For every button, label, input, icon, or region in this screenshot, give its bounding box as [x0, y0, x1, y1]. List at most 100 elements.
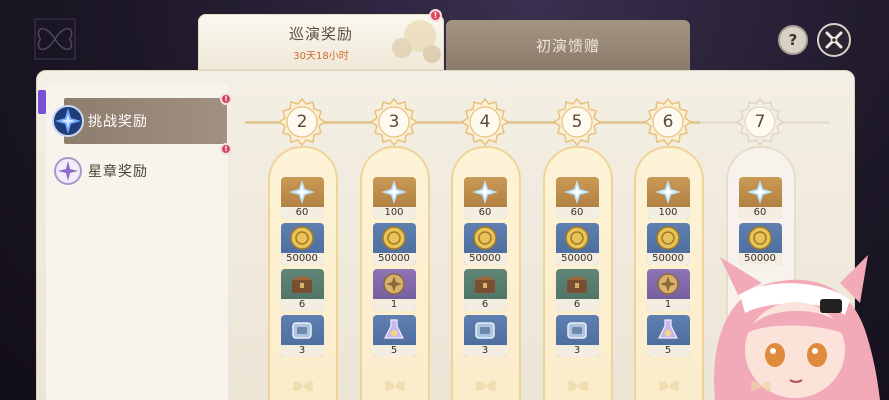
ore-reward[interactable]: 3	[555, 315, 599, 357]
close-button[interactable]	[817, 23, 851, 57]
day-badge: 3	[370, 98, 418, 146]
help-button[interactable]: ?	[778, 25, 808, 55]
chest-reward[interactable]: 6	[463, 269, 507, 311]
enhancement-ore-icon	[472, 315, 498, 346]
chest-icon	[564, 269, 590, 300]
reward-list: 100 50000 1 5	[646, 177, 690, 361]
day-badge: 5	[553, 98, 601, 146]
chest-icon	[289, 269, 315, 300]
day-number: 3	[388, 112, 400, 132]
butterfly-ornament-icon	[473, 378, 499, 398]
mora-reward[interactable]: 50000	[555, 223, 599, 265]
reward-quantity: 50000	[646, 253, 690, 265]
day-column[interactable]: 5 60 50000 6 3	[537, 96, 617, 400]
sidebar-item-star-badge-rewards[interactable]: 星章奖励 !	[50, 143, 232, 194]
mora-coin-icon	[381, 223, 407, 254]
chest-icon	[472, 269, 498, 300]
butterfly-ornament-icon	[748, 378, 774, 398]
reward-quantity: 50000	[463, 253, 507, 265]
reward-quantity: 3	[555, 345, 599, 357]
mora-coin-icon	[472, 223, 498, 254]
mora-coin-icon	[289, 223, 315, 254]
butterfly-ornament-icon	[34, 18, 76, 60]
reward-quantity: 60	[555, 207, 599, 219]
notification-badge: !	[220, 93, 232, 105]
primogem-reward[interactable]: 60	[555, 177, 599, 219]
hero-wit-icon	[381, 269, 407, 300]
primogem-icon	[381, 177, 407, 208]
day-column[interactable]: 2 60 50000 6 3	[262, 96, 342, 400]
mora-reward[interactable]: 50000	[738, 223, 782, 265]
star-crystal-icon	[52, 105, 84, 137]
flower-decoration-icon	[392, 20, 441, 63]
sidebar-item-challenge-rewards[interactable]: 挑战奖励 !	[50, 93, 232, 144]
primogem-icon	[564, 177, 590, 208]
sidebar-accent	[38, 90, 46, 114]
day-badge: 7	[736, 98, 784, 146]
mora-reward[interactable]: 50000	[280, 223, 324, 265]
reward-quantity: 50000	[738, 253, 782, 265]
day-badge: 2	[278, 98, 326, 146]
reward-quantity: 50000	[555, 253, 599, 265]
streamer-avatar	[714, 255, 880, 400]
enhancement-ore-icon	[564, 315, 590, 346]
exp-book-reward[interactable]: 1	[646, 269, 690, 311]
reward-quantity: 100	[372, 207, 416, 219]
reward-quantity: 100	[646, 207, 690, 219]
exp-book-reward[interactable]: 1	[372, 269, 416, 311]
primogem-reward[interactable]: 60	[463, 177, 507, 219]
close-icon	[825, 31, 843, 49]
chest-reward[interactable]: 6	[555, 269, 599, 311]
reward-quantity: 3	[463, 345, 507, 357]
butterfly-ornament-icon	[290, 378, 316, 398]
primogem-reward[interactable]: 60	[280, 177, 324, 219]
ore-reward[interactable]: 3	[280, 315, 324, 357]
reward-quantity: 1	[646, 299, 690, 311]
mora-reward[interactable]: 50000	[646, 223, 690, 265]
help-label: ?	[788, 31, 798, 49]
day-column[interactable]: 4 60 50000 6 3	[445, 96, 525, 400]
ore-reward[interactable]: 3	[463, 315, 507, 357]
primogem-icon	[655, 177, 681, 208]
butterfly-ornament-icon	[565, 378, 591, 398]
reward-quantity: 6	[463, 299, 507, 311]
notification-badge: !	[220, 143, 232, 155]
primogem-icon	[289, 177, 315, 208]
primogem-icon	[472, 177, 498, 208]
reward-list: 60 50000	[738, 177, 782, 269]
crystal-flask-icon	[655, 315, 681, 346]
day-column[interactable]: 3 100 50000 1 5	[354, 96, 434, 400]
crystal-flask-icon	[381, 315, 407, 346]
day-number: 6	[662, 112, 674, 132]
star-badge-icon	[54, 157, 82, 185]
sidebar-item-label: 挑战奖励	[88, 114, 148, 130]
reward-list: 60 50000 6 3	[555, 177, 599, 361]
day-number: 2	[296, 112, 308, 132]
day-column[interactable]: 6 100 50000 1 5	[628, 96, 708, 400]
mora-coin-icon	[655, 223, 681, 254]
tab-debut-gift[interactable]: 初演馈赠	[446, 20, 690, 70]
mora-reward[interactable]: 50000	[372, 223, 416, 265]
tab-label: 巡演奖励	[288, 24, 353, 43]
reward-quantity: 6	[280, 299, 324, 311]
primogem-reward[interactable]: 100	[372, 177, 416, 219]
reward-quantity: 60	[738, 207, 782, 219]
day-number: 4	[479, 112, 491, 132]
mora-reward[interactable]: 50000	[463, 223, 507, 265]
primogem-reward[interactable]: 60	[738, 177, 782, 219]
reward-quantity: 1	[372, 299, 416, 311]
day-badge: 4	[461, 98, 509, 146]
flask-reward[interactable]: 5	[646, 315, 690, 357]
mora-coin-icon	[564, 223, 590, 254]
day-badge: 6	[644, 98, 692, 146]
chest-reward[interactable]: 6	[280, 269, 324, 311]
flask-reward[interactable]: 5	[372, 315, 416, 357]
reward-quantity: 50000	[372, 253, 416, 265]
day-number: 7	[754, 112, 766, 132]
reward-quantity: 6	[555, 299, 599, 311]
primogem-reward[interactable]: 100	[646, 177, 690, 219]
reward-quantity: 60	[463, 207, 507, 219]
reward-quantity: 60	[280, 207, 324, 219]
reward-quantity: 5	[372, 345, 416, 357]
reward-list: 60 50000 6 3	[463, 177, 507, 361]
